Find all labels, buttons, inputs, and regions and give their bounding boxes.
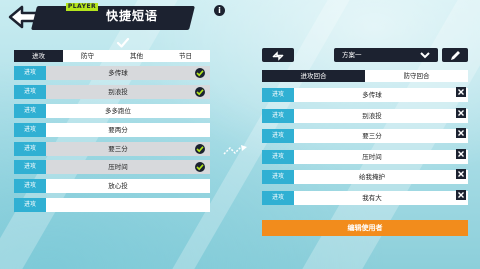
category-label: 进攻 [14,66,46,80]
phrase-list: 进攻 多传球 进攻 别浪投 进攻 多多跑位 进攻 要两分 进攻 要三分 进攻 压… [14,66,210,217]
phrase-item[interactable]: 进攻 要两分 [14,122,210,137]
swap-icon [272,51,284,61]
category-label: 进攻 [14,122,46,137]
phrase-text: 多多跑位 [105,106,131,115]
phrase-text: 我有大 [362,193,382,202]
slot-list: 进攻 多传球 进攻 别浪投 进攻 要三分 进攻 压时间 进攻 给我掩护 进攻 我… [262,87,468,211]
phrase-text: 要两分 [108,125,128,134]
info-icon[interactable]: i [214,5,225,16]
phrase-text: 要三分 [108,144,128,153]
category-label: 进攻 [262,170,294,184]
category-label: 进攻 [14,84,46,99]
slot-item[interactable]: 进攻 我有大 [262,189,468,205]
player-tag: PLAYER [66,3,98,11]
slot-item[interactable]: 进攻 别浪投 [262,107,468,123]
close-icon[interactable] [456,128,466,138]
phrase-text: 要三分 [362,132,382,140]
category-label: 进攻 [262,149,294,164]
page-title: 快捷短语 [106,9,159,23]
check-icon [195,143,205,154]
phrase-item[interactable]: 进攻 多传球 [14,66,210,80]
phrase-text: 放心投 [108,182,128,191]
phrase-text: 压时间 [108,163,128,172]
check-icon [195,68,205,78]
swap-button[interactable] [262,48,294,62]
category-label: 进攻 [262,88,294,102]
chevron-down-icon [420,52,430,59]
slot-item[interactable]: 进攻 要三分 [262,128,468,143]
category-label: 进攻 [14,179,46,194]
phrase-item[interactable]: 进攻 放心投 [14,179,210,194]
category-label: 进攻 [14,198,46,213]
arrow-right-icon [223,145,247,155]
slot-item[interactable]: 进攻 压时间 [262,148,468,164]
phrase-text: 多传球 [362,91,382,99]
check-icon [195,162,205,173]
slot-item[interactable]: 进攻 多传球 [262,87,468,102]
phrase-item[interactable]: 进攻 压时间 [14,160,210,175]
phrase-item[interactable]: 进攻 要三分 [14,141,210,156]
category-tabs: 进攻 防守 其他 节日 [14,50,210,62]
category-label: 进攻 [14,103,46,118]
check-icon [195,86,205,97]
category-label: 进攻 [14,141,46,156]
phrase-text: 给我掩护 [359,173,385,181]
close-icon[interactable] [456,87,466,97]
close-icon[interactable] [456,107,466,118]
phrase-item[interactable]: 进攻 别浪投 [14,84,210,99]
tab-defense[interactable]: 防守 [63,50,112,62]
close-icon[interactable] [456,148,466,159]
scheme-select[interactable]: 方案一 [334,48,438,62]
pencil-icon [451,51,460,60]
edit-user-button[interactable]: 编辑使用者 [262,220,468,236]
tab-attack-round[interactable]: 进攻回合 [262,70,365,82]
category-label: 进攻 [14,160,46,175]
edit-button[interactable] [442,48,468,62]
category-label: 进攻 [262,129,294,143]
check-icon [116,37,130,48]
phrase-text: 别浪投 [362,111,382,120]
tab-festival[interactable]: 节日 [161,50,210,62]
phrase-text: 压时间 [362,152,382,161]
close-icon[interactable] [456,189,466,200]
round-tabs: 进攻回合 防守回合 [262,70,468,82]
tab-defense-round[interactable]: 防守回合 [365,70,468,82]
phrase-text: 别浪投 [108,87,128,96]
phrase-text: 多传球 [108,69,128,77]
tab-attack[interactable]: 进攻 [14,50,63,62]
category-label: 进攻 [262,190,294,205]
slot-item[interactable]: 进攻 给我掩护 [262,169,468,184]
phrase-item[interactable]: 进攻 [14,198,210,213]
phrase-item[interactable]: 进攻 多多跑位 [14,103,210,118]
close-icon[interactable] [456,169,466,179]
tab-other[interactable]: 其他 [112,50,161,62]
scheme-label: 方案一 [342,51,362,59]
category-label: 进攻 [262,108,294,123]
